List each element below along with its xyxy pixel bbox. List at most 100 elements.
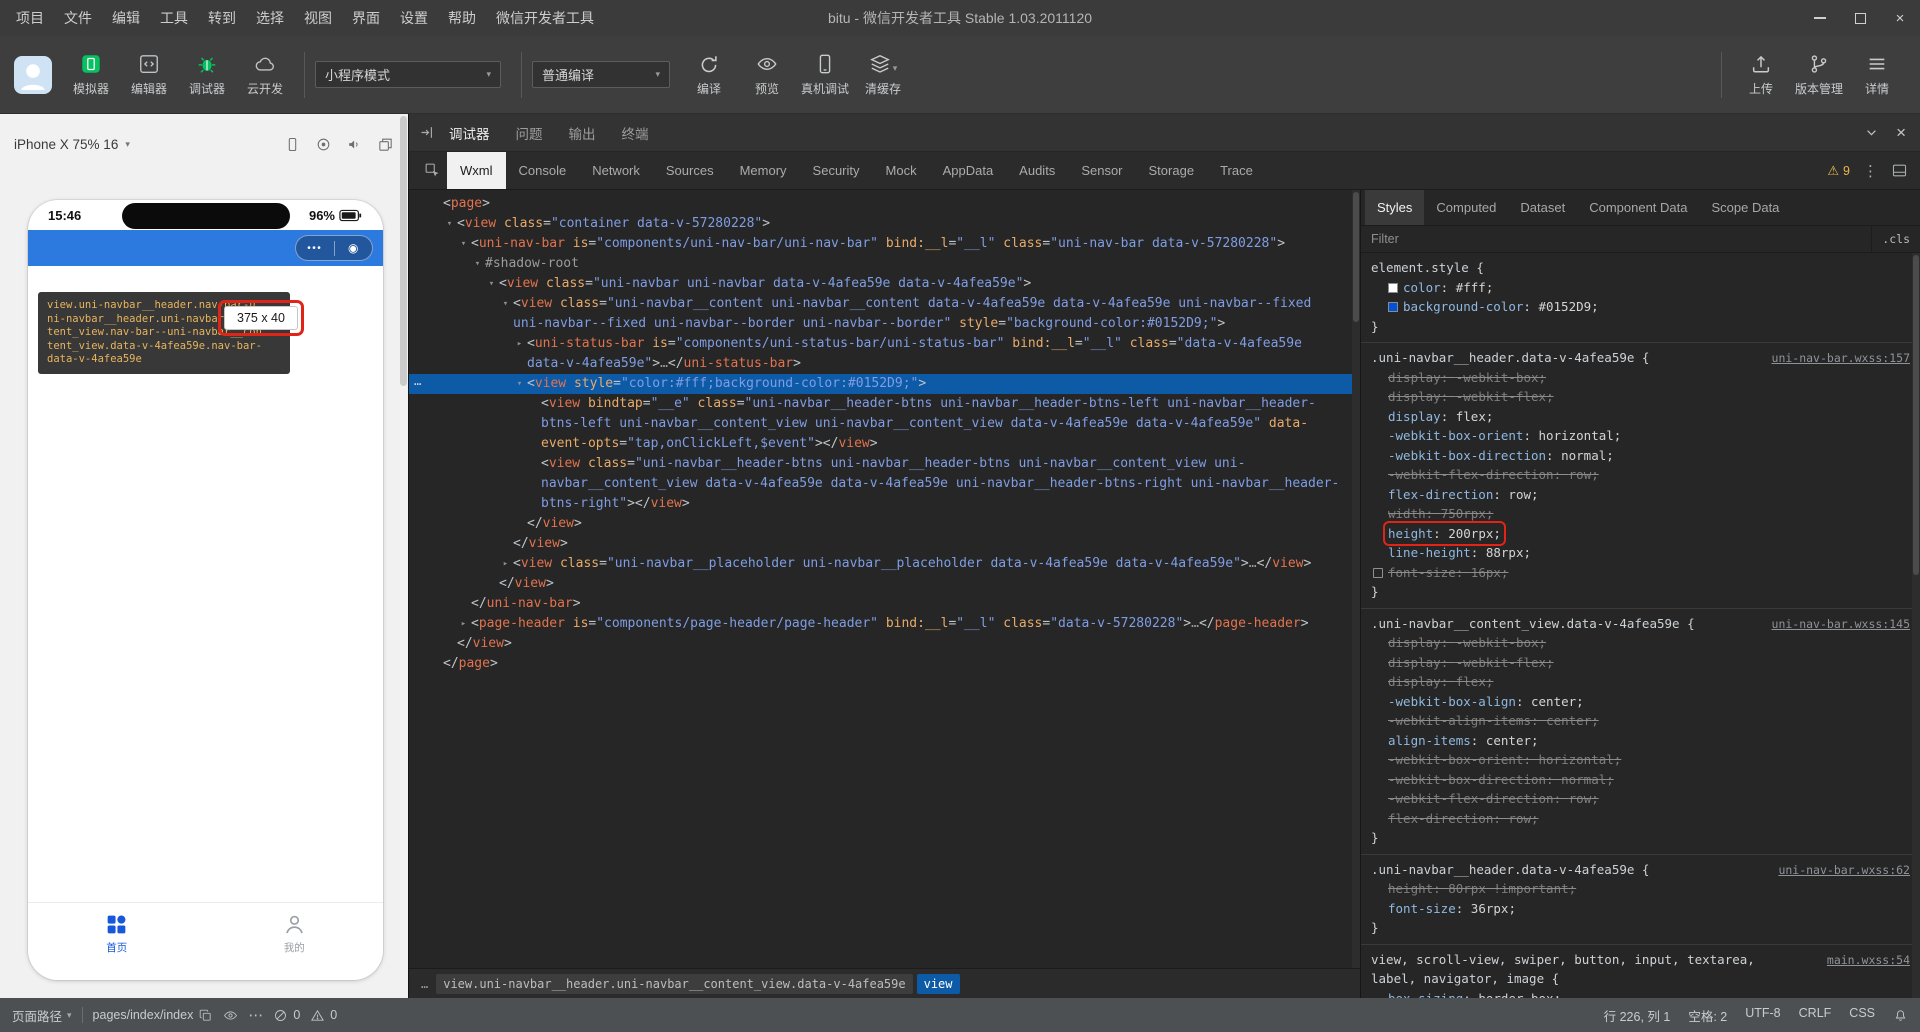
- breadcrumb-item[interactable]: view.uni-navbar__header.uni-navbar__cont…: [436, 973, 913, 994]
- eye-icon[interactable]: [223, 1008, 238, 1023]
- compile-button[interactable]: 编译: [680, 52, 738, 97]
- devtools-tab[interactable]: Network: [579, 152, 653, 189]
- minimize-button[interactable]: [1800, 0, 1840, 36]
- expand-arrow-icon[interactable]: ▾: [485, 274, 498, 294]
- menu-item[interactable]: 微信开发者工具: [486, 0, 604, 36]
- devtools-tab[interactable]: AppData: [930, 152, 1007, 189]
- css-property[interactable]: display: flex;: [1371, 672, 1910, 692]
- bell-icon[interactable]: [1893, 1008, 1908, 1023]
- debugger-button[interactable]: 调试器: [178, 52, 236, 97]
- node-options-icon[interactable]: ⋯: [414, 374, 422, 394]
- breadcrumb-item[interactable]: …: [417, 974, 432, 994]
- styles-tab[interactable]: Component Data: [1577, 190, 1699, 225]
- styles-tab[interactable]: Styles: [1365, 190, 1425, 225]
- record-icon[interactable]: [315, 136, 332, 153]
- status-item[interactable]: CRLF: [1799, 1006, 1832, 1025]
- css-property[interactable]: display: -webkit-flex;: [1371, 653, 1910, 673]
- windows-icon[interactable]: [377, 136, 394, 153]
- expand-arrow-icon[interactable]: ▸: [499, 554, 512, 574]
- wxml-tree-node[interactable]: <view bindtap="__e" class="uni-navbar__h…: [409, 394, 1360, 454]
- css-property[interactable]: flex-direction: row;: [1371, 485, 1910, 505]
- color-swatch[interactable]: [1388, 282, 1398, 293]
- cls-toggle-button[interactable]: .cls: [1871, 226, 1920, 252]
- wxml-tree-node[interactable]: ▸ <page-header is="components/page-header…: [409, 614, 1360, 634]
- kebab-menu-icon[interactable]: ⋮: [1863, 162, 1878, 180]
- more-icon[interactable]: •••: [296, 243, 334, 254]
- status-item[interactable]: UTF-8: [1745, 1006, 1780, 1025]
- phone-tab-mine[interactable]: 我的: [206, 912, 384, 955]
- expand-arrow-icon[interactable]: ▾: [513, 374, 526, 394]
- capsule-button[interactable]: ••• ◉: [295, 235, 373, 261]
- menu-item[interactable]: 设置: [390, 0, 438, 36]
- devtools-tab[interactable]: Security: [800, 152, 873, 189]
- expand-arrow-icon[interactable]: ▾: [499, 294, 512, 314]
- css-property[interactable]: background-color: #0152D9;: [1371, 297, 1910, 317]
- css-property[interactable]: -webkit-flex-direction: row;: [1371, 465, 1910, 485]
- css-property[interactable]: line-height: 88rpx;: [1371, 543, 1910, 563]
- scrollbar-thumb[interactable]: [1913, 255, 1919, 575]
- wxml-tree-node[interactable]: ▾ #shadow-root: [409, 254, 1360, 274]
- css-property[interactable]: display: -webkit-flex;: [1371, 387, 1910, 407]
- css-property[interactable]: -webkit-box-orient: horizontal;: [1371, 426, 1910, 446]
- expand-arrow-icon[interactable]: ▾: [457, 234, 470, 254]
- menu-item[interactable]: 编辑: [102, 0, 150, 36]
- expand-arrow-icon[interactable]: ▾: [471, 254, 484, 274]
- css-property[interactable]: font-size: 36rpx;: [1371, 899, 1910, 919]
- css-property[interactable]: height: 200rpx;: [1371, 520, 1910, 546]
- wxml-tree-node[interactable]: </view>: [409, 634, 1360, 654]
- wxml-tree-node[interactable]: ⋯ ▾ <view style="color:#fff;background-col…: [409, 374, 1360, 394]
- warning-badge[interactable]: ⚠ 9: [1827, 163, 1850, 179]
- simulator-button[interactable]: 模拟器: [62, 52, 120, 97]
- menu-item[interactable]: 选择: [246, 0, 294, 36]
- speaker-icon[interactable]: [346, 136, 363, 153]
- wxml-tree-node[interactable]: </uni-nav-bar>: [409, 594, 1360, 614]
- phone-tab-home[interactable]: 首页: [28, 912, 206, 955]
- css-property[interactable]: -webkit-align-items: center;: [1371, 711, 1910, 731]
- devtools-tab[interactable]: Mock: [873, 152, 930, 189]
- device-select[interactable]: iPhone X 75% 16 ▾: [14, 137, 130, 152]
- close-button[interactable]: ×: [1880, 0, 1920, 36]
- css-property[interactable]: height: 80rpx !important;: [1371, 879, 1910, 899]
- styles-scrollbar[interactable]: [1912, 253, 1920, 998]
- css-property[interactable]: width: 750rpx;: [1371, 504, 1910, 524]
- page-path-selector[interactable]: 页面路径 ▾: [12, 1006, 72, 1025]
- filter-input[interactable]: [1361, 232, 1872, 246]
- cloud-dev-button[interactable]: 云开发: [236, 52, 294, 97]
- status-item[interactable]: 行 226, 列 1: [1604, 1006, 1671, 1025]
- problems-errors[interactable]: 0: [273, 1008, 300, 1023]
- panel-tab[interactable]: 问题: [503, 114, 556, 151]
- property-checkbox[interactable]: [1373, 567, 1383, 578]
- expand-arrow-icon[interactable]: ▸: [457, 614, 470, 634]
- css-property[interactable]: color: #fff;: [1371, 278, 1910, 298]
- css-property[interactable]: box-sizing: border-box;: [1371, 989, 1910, 999]
- maximize-button[interactable]: [1840, 0, 1880, 36]
- styles-tab[interactable]: Dataset: [1508, 190, 1577, 225]
- devtools-tab[interactable]: Trace: [1207, 152, 1266, 189]
- mode-select[interactable]: 小程序模式 ▾: [315, 61, 501, 88]
- css-property[interactable]: display: -webkit-box;: [1371, 633, 1910, 653]
- css-property[interactable]: display: flex;: [1371, 407, 1910, 427]
- expand-arrow-icon[interactable]: ▾: [443, 214, 456, 234]
- devtools-tab[interactable]: Audits: [1006, 152, 1068, 189]
- wxml-tree-node[interactable]: </page>: [409, 654, 1360, 674]
- devtools-tab[interactable]: Sources: [653, 152, 727, 189]
- menu-item[interactable]: 转到: [198, 0, 246, 36]
- clear-cache-button[interactable]: ▾ 清缓存: [854, 52, 912, 97]
- wxml-tree-node[interactable]: ▸ <view class="uni-navbar__placeholder un…: [409, 554, 1360, 574]
- dock-right-icon[interactable]: [419, 124, 436, 141]
- stylesheet-source-link[interactable]: uni-nav-bar.wxss:145: [1772, 615, 1910, 635]
- preview-button[interactable]: 预览: [738, 52, 796, 97]
- wxml-tree-node[interactable]: ▾ <uni-nav-bar is="components/uni-nav-bar…: [409, 234, 1360, 254]
- css-property[interactable]: -webkit-flex-direction: row;: [1371, 789, 1910, 809]
- version-control-button[interactable]: 版本管理: [1790, 52, 1848, 97]
- avatar[interactable]: [14, 55, 52, 94]
- status-item[interactable]: CSS: [1849, 1006, 1875, 1025]
- styles-tab[interactable]: Computed: [1424, 190, 1508, 225]
- more-icon[interactable]: ⋯: [248, 1006, 263, 1024]
- close-devtools-icon[interactable]: ×: [1896, 124, 1906, 141]
- devtools-tab[interactable]: Console: [506, 152, 580, 189]
- wxml-tree-node[interactable]: ▸ <uni-status-bar is="components/uni-stat…: [409, 334, 1360, 374]
- breadcrumb-item[interactable]: view: [916, 973, 960, 994]
- inspect-element-icon[interactable]: [417, 162, 447, 179]
- menu-item[interactable]: 视图: [294, 0, 342, 36]
